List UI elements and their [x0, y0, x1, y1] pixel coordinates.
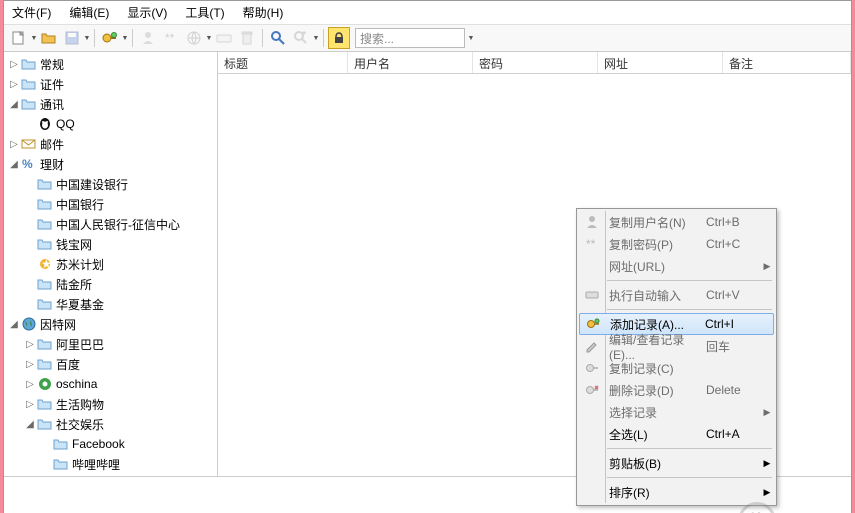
folder-icon [37, 236, 53, 252]
svg-text:★: ★ [41, 257, 52, 271]
autotype-button[interactable] [213, 27, 235, 49]
tree-lujin[interactable]: 陆金所 [56, 276, 92, 293]
new-db-button[interactable] [8, 27, 30, 49]
copy-user-button[interactable] [137, 27, 159, 49]
oschina-icon [37, 376, 53, 392]
ctx-copy-user[interactable]: 复制用户名(N)Ctrl+B [579, 211, 774, 233]
ctx-edit-entry[interactable]: 编辑/查看记录(E)...回车 [579, 335, 774, 357]
tree-internet[interactable]: 因特网 [40, 316, 76, 333]
menu-edit[interactable]: 编辑(E) [69, 4, 109, 21]
folder-icon [21, 56, 37, 72]
menu-file[interactable]: 文件(F) [12, 4, 51, 21]
svg-text:•: • [302, 30, 306, 40]
search-input[interactable]: 搜索... [355, 28, 465, 48]
ctx-select-all[interactable]: 全选(L)Ctrl+A [579, 423, 774, 445]
add-entry-button[interactable] [99, 27, 121, 49]
folder-icon [53, 456, 69, 472]
tree-shopping[interactable]: 生活购物 [56, 396, 104, 413]
col-notes[interactable]: 备注 [723, 52, 851, 73]
ctx-url[interactable]: 网址(URL)▶ [579, 255, 774, 277]
col-pass[interactable]: 密码 [473, 52, 598, 73]
tree-boc[interactable]: 中国银行 [56, 196, 104, 213]
svg-text:**: ** [165, 31, 175, 45]
tree-alibaba[interactable]: 阿里巴巴 [56, 336, 104, 353]
folder-icon [37, 176, 53, 192]
tree-huaxia[interactable]: 华夏基金 [56, 296, 104, 313]
folder-icon [37, 336, 53, 352]
menu-help[interactable]: 帮助(H) [243, 4, 284, 21]
tree-facebook[interactable]: Facebook [72, 437, 125, 451]
ctx-dup-entry[interactable]: 复制记录(C) [579, 357, 774, 379]
folder-icon [37, 196, 53, 212]
ctx-del-entry[interactable]: 删除记录(D)Delete [579, 379, 774, 401]
tree-general[interactable]: 常规 [40, 56, 64, 73]
toolbar: ▼ ▼ ▼ ** ▼ • ▼ 搜索... ▼ [4, 25, 851, 52]
main-area: ▷常规 ▷证件 ◢通讯 ·QQ ▷邮件 ◢%理财 ·中国建设银行 ·中国银行 ·… [4, 52, 851, 476]
menu-view[interactable]: 显示(V) [127, 4, 167, 21]
col-user[interactable]: 用户名 [348, 52, 473, 73]
context-menu: 复制用户名(N)Ctrl+B **复制密码(P)Ctrl+C 网址(URL)▶ … [576, 208, 777, 506]
copy-pass-button[interactable]: ** [160, 27, 182, 49]
tree-other[interactable]: 哔哩哔哩 [72, 456, 120, 473]
ctx-autotype[interactable]: 执行自动输入Ctrl+V [579, 284, 774, 306]
svg-text:**: ** [586, 237, 596, 251]
ctx-clipboard[interactable]: 剪贴板(B)▶ [579, 452, 774, 474]
percent-icon: % [21, 156, 37, 172]
show-entries-dropdown[interactable]: ▼ [313, 35, 319, 42]
list-header: 标题 用户名 密码 网址 备注 [218, 52, 851, 74]
tree-pboc[interactable]: 中国人民银行-征信中心 [56, 216, 180, 233]
star-icon: ★ [37, 256, 53, 272]
entry-list: 标题 用户名 密码 网址 备注 复制用户名(N)Ctrl+B **复制密码(P)… [218, 52, 851, 476]
search-dropdown[interactable]: ▼ [468, 35, 474, 42]
menu-tools[interactable]: 工具(T) [185, 4, 224, 21]
folder-icon [37, 356, 53, 372]
col-url[interactable]: 网址 [598, 52, 723, 73]
tree-sumi[interactable]: 苏米计划 [56, 256, 104, 273]
tree-comm[interactable]: 通讯 [40, 96, 64, 113]
mail-icon [21, 136, 37, 152]
tree-mail[interactable]: 邮件 [40, 136, 64, 153]
folder-icon [37, 216, 53, 232]
show-entries-button[interactable]: • [290, 27, 312, 49]
tree-cert[interactable]: 证件 [40, 76, 64, 93]
ctx-sort[interactable]: 排序(R)▶ [579, 481, 774, 503]
tree-finance[interactable]: 理财 [40, 156, 64, 173]
qq-icon [37, 116, 53, 132]
folder-icon [21, 76, 37, 92]
open-url-dropdown[interactable]: ▼ [206, 35, 212, 42]
open-db-button[interactable] [38, 27, 60, 49]
folder-icon [53, 436, 69, 452]
folder-icon [37, 276, 53, 292]
tree-social[interactable]: 社交娱乐 [56, 416, 104, 433]
ctx-copy-pass[interactable]: **复制密码(P)Ctrl+C [579, 233, 774, 255]
save-db-dropdown[interactable]: ▼ [84, 35, 90, 42]
delete-button[interactable] [236, 27, 258, 49]
globe-icon [21, 316, 37, 332]
tree-qq[interactable]: QQ [56, 117, 75, 131]
tree-baidu[interactable]: 百度 [56, 356, 80, 373]
folder-icon [37, 416, 53, 432]
svg-text:%: % [22, 157, 33, 171]
new-db-dropdown[interactable]: ▼ [31, 35, 37, 42]
menubar: 文件(F) 编辑(E) 显示(V) 工具(T) 帮助(H) [4, 1, 851, 25]
col-title[interactable]: 标题 [218, 52, 348, 73]
tree-ccb[interactable]: 中国建设银行 [56, 176, 128, 193]
open-url-button[interactable] [183, 27, 205, 49]
add-entry-dropdown[interactable]: ▼ [122, 35, 128, 42]
ctx-select-entry[interactable]: 选择记录▶ [579, 401, 774, 423]
find-button[interactable] [267, 27, 289, 49]
folder-icon [37, 396, 53, 412]
save-db-button[interactable] [61, 27, 83, 49]
lock-button[interactable] [328, 27, 350, 49]
tree-qianbao[interactable]: 钱宝网 [56, 236, 92, 253]
tree-oschina[interactable]: oschina [56, 377, 97, 391]
folder-icon [37, 296, 53, 312]
folder-icon [21, 96, 37, 112]
group-tree[interactable]: ▷常规 ▷证件 ◢通讯 ·QQ ▷邮件 ◢%理财 ·中国建设银行 ·中国银行 ·… [4, 52, 218, 476]
